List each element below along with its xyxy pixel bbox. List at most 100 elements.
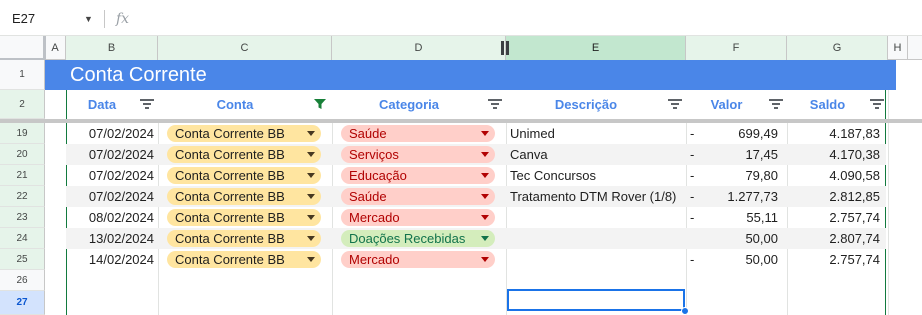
row-header-25[interactable]: 25: [0, 249, 45, 270]
conta-chip[interactable]: Conta Corrente BB: [167, 209, 321, 226]
cell-saldo[interactable]: 4.187,83: [787, 123, 880, 144]
cell-valor[interactable]: 79,80: [686, 165, 778, 186]
cell-saldo[interactable]: 4.090,58: [787, 165, 880, 186]
cell-descricao[interactable]: [510, 207, 680, 228]
column-header-f[interactable]: F: [686, 36, 787, 60]
conta-chip[interactable]: Conta Corrente BB: [167, 125, 321, 142]
column-header-h[interactable]: H: [888, 36, 908, 60]
chevron-down-icon: [481, 257, 489, 262]
cell-descricao[interactable]: [510, 228, 680, 249]
cell-valor[interactable]: 699,49: [686, 123, 778, 144]
chip-label: Educação: [349, 168, 407, 183]
categoria-chip[interactable]: Mercado: [341, 209, 495, 226]
row-header-24[interactable]: 24: [0, 228, 45, 249]
categoria-chip[interactable]: Mercado: [341, 251, 495, 268]
select-all-corner[interactable]: [0, 36, 46, 61]
column-header-b[interactable]: B: [66, 36, 158, 60]
cell-valor[interactable]: 55,11: [686, 207, 778, 228]
table-row: 07/02/2024 Conta Corrente BB Serviços Ca…: [66, 144, 886, 165]
column-header-c[interactable]: C: [158, 36, 332, 60]
filter-icon-categoria[interactable]: [488, 98, 502, 110]
cell-saldo[interactable]: 2.812,85: [787, 186, 880, 207]
chip-label: Mercado: [349, 252, 400, 267]
categoria-chip[interactable]: Educação: [341, 167, 495, 184]
chevron-down-icon: [481, 194, 489, 199]
filter-icon-descricao[interactable]: [668, 98, 682, 110]
cell-date[interactable]: 07/02/2024: [66, 186, 154, 207]
row-header-27[interactable]: 27: [0, 291, 45, 315]
categoria-chip[interactable]: Doações Recebidas: [341, 230, 495, 247]
filter-icon-data[interactable]: [140, 98, 154, 110]
cell-descricao[interactable]: [510, 249, 680, 270]
formula-bar-divider: [104, 10, 105, 28]
conta-chip[interactable]: Conta Corrente BB: [167, 167, 321, 184]
table-row: 07/02/2024 Conta Corrente BB Saúde Unime…: [66, 123, 886, 144]
row-header-22[interactable]: 22: [0, 186, 45, 207]
cell-valor[interactable]: 17,45: [686, 144, 778, 165]
filter-icon-valor[interactable]: [769, 98, 783, 110]
chip-label: Conta Corrente BB: [175, 147, 285, 162]
header-valor: Valor: [710, 97, 743, 112]
chevron-down-icon: [307, 215, 315, 220]
chevron-down-icon: [481, 131, 489, 136]
chevron-down-icon: [481, 152, 489, 157]
filter-active-funnel-icon[interactable]: [313, 98, 327, 110]
categoria-chip[interactable]: Saúde: [341, 188, 495, 205]
chip-label: Conta Corrente BB: [175, 231, 285, 246]
row-header-2[interactable]: 2: [0, 90, 45, 119]
cell-date[interactable]: 07/02/2024: [66, 123, 154, 144]
row-header-19[interactable]: 19: [0, 123, 45, 144]
row-header-21[interactable]: 21: [0, 165, 45, 186]
chevron-down-icon: [481, 215, 489, 220]
chip-label: Conta Corrente BB: [175, 210, 285, 225]
cell-descricao[interactable]: Tec Concursos: [510, 165, 680, 186]
categoria-chip[interactable]: Saúde: [341, 125, 495, 142]
cell-descricao[interactable]: Tratamento DTM Rover (1/8): [510, 186, 686, 207]
freeze-columns-handle[interactable]: [500, 41, 510, 55]
cell-valor[interactable]: 1.277,73: [686, 186, 778, 207]
cell-date[interactable]: 14/02/2024: [66, 249, 154, 270]
cell-saldo[interactable]: 2.807,74: [787, 228, 880, 249]
chip-label: Mercado: [349, 210, 400, 225]
column-header-a[interactable]: A: [45, 36, 66, 60]
chip-label: Conta Corrente BB: [175, 252, 285, 267]
frozen-rows-divider[interactable]: [0, 119, 922, 123]
chevron-down-icon: [307, 152, 315, 157]
grid-line: [888, 60, 889, 315]
conta-chip[interactable]: Conta Corrente BB: [167, 251, 321, 268]
cell-saldo[interactable]: 2.757,74: [787, 207, 880, 228]
header-conta: Conta: [216, 97, 254, 112]
conta-chip[interactable]: Conta Corrente BB: [167, 188, 321, 205]
cell-valor[interactable]: 50,00: [686, 228, 778, 249]
cell-date[interactable]: 07/02/2024: [66, 165, 154, 186]
row-header-20[interactable]: 20: [0, 144, 45, 165]
cell-descricao[interactable]: Unimed: [510, 123, 680, 144]
cell-descricao[interactable]: Canva: [510, 144, 680, 165]
table-row: 08/02/2024 Conta Corrente BB Mercado - 5…: [66, 207, 886, 228]
active-cell-e27[interactable]: [507, 289, 685, 311]
filter-icon-saldo[interactable]: [870, 98, 884, 110]
conta-chip[interactable]: Conta Corrente BB: [167, 146, 321, 163]
row-header-1[interactable]: 1: [0, 60, 45, 90]
column-header-e[interactable]: E: [506, 36, 686, 60]
cell-saldo[interactable]: 2.757,74: [787, 249, 880, 270]
name-box-dropdown-icon[interactable]: ▼: [84, 6, 93, 32]
categoria-chip[interactable]: Serviços: [341, 146, 495, 163]
row-header-23[interactable]: 23: [0, 207, 45, 228]
chevron-down-icon: [307, 131, 315, 136]
column-header-d[interactable]: D: [332, 36, 506, 60]
chip-label: Saúde: [349, 189, 387, 204]
cell-saldo[interactable]: 4.170,38: [787, 144, 880, 165]
cell-date[interactable]: 07/02/2024: [66, 144, 154, 165]
row-header-26[interactable]: 26: [0, 270, 45, 291]
table-row: 14/02/2024 Conta Corrente BB Mercado - 5…: [66, 249, 886, 270]
chevron-down-icon: [307, 194, 315, 199]
table-row: 07/02/2024 Conta Corrente BB Educação Te…: [66, 165, 886, 186]
cell-date[interactable]: 08/02/2024: [66, 207, 154, 228]
conta-chip[interactable]: Conta Corrente BB: [167, 230, 321, 247]
cell-date[interactable]: 13/02/2024: [66, 228, 154, 249]
cell-valor[interactable]: 50,00: [686, 249, 778, 270]
column-header-g[interactable]: G: [787, 36, 888, 60]
fill-handle[interactable]: [681, 307, 689, 315]
chip-label: Conta Corrente BB: [175, 168, 285, 183]
